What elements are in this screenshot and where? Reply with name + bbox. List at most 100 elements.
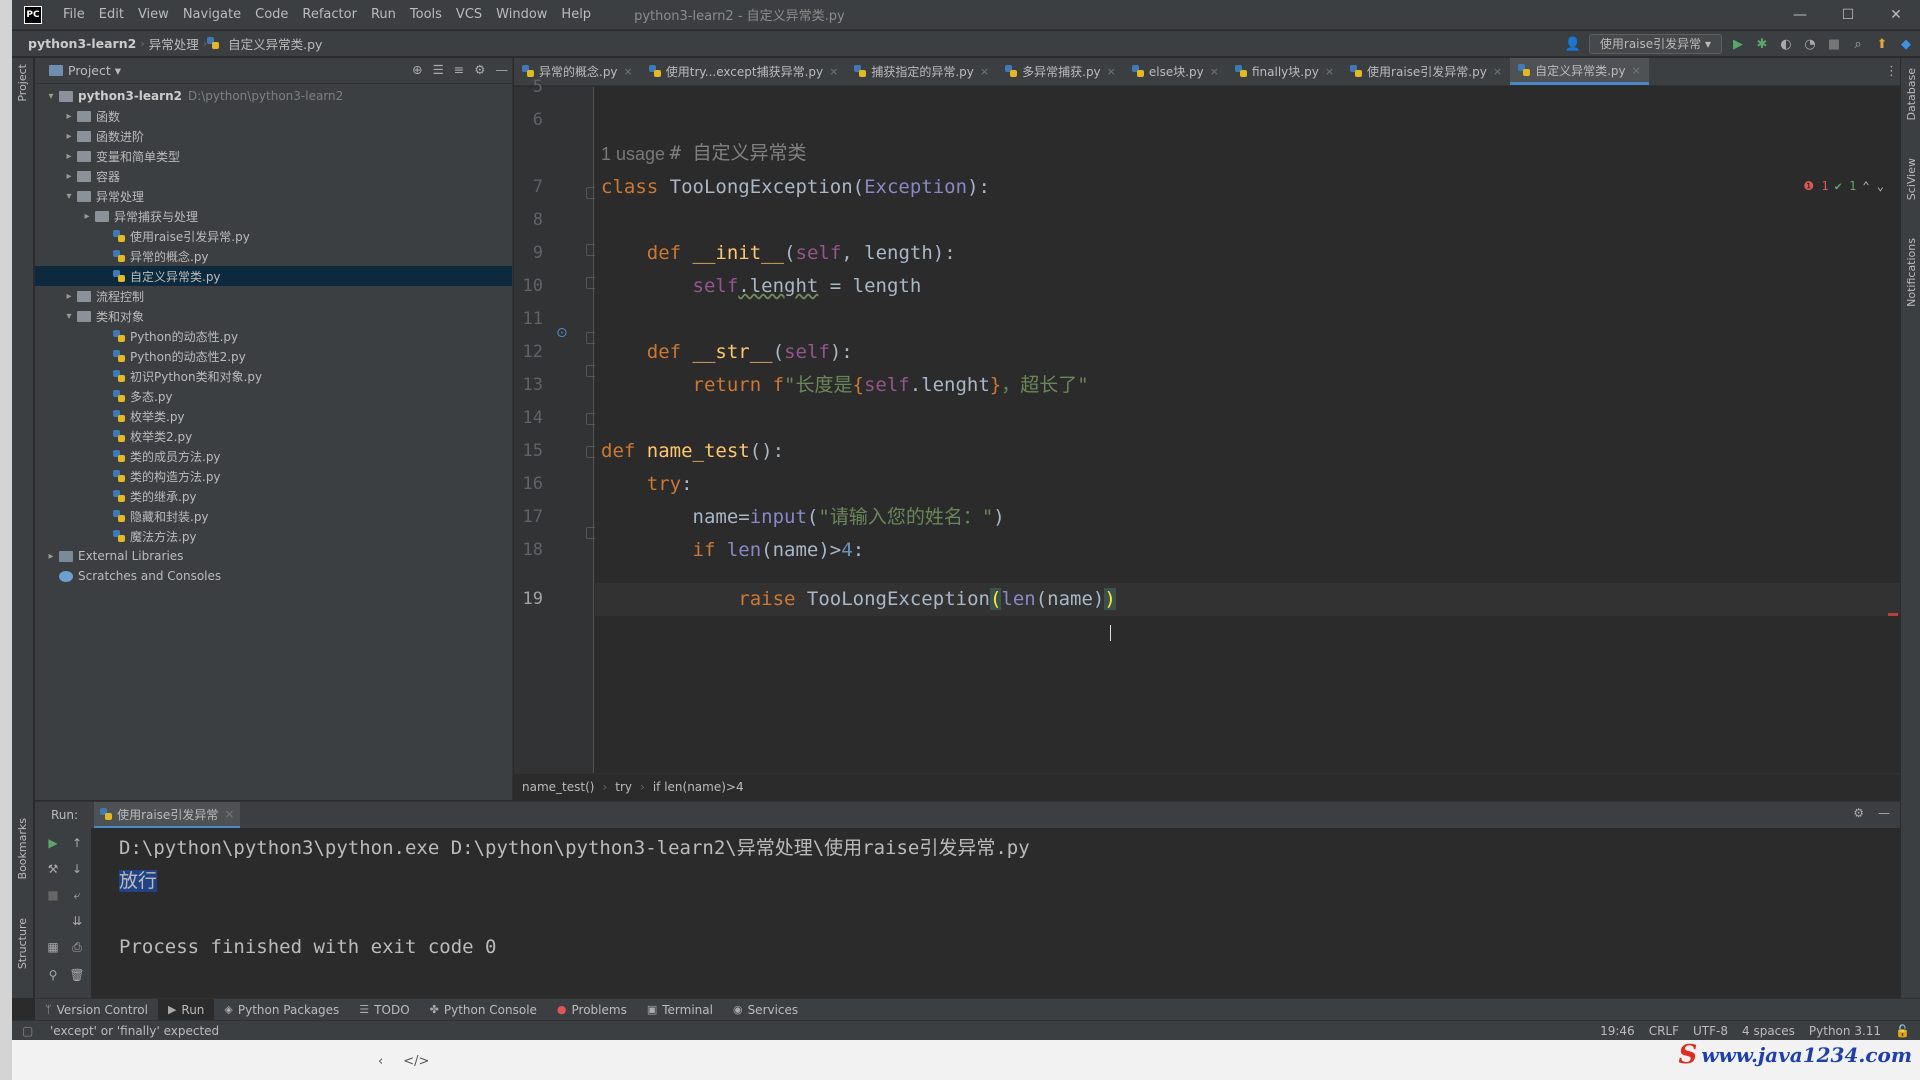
close-tab-icon[interactable]: ×	[1210, 65, 1219, 78]
error-stripe-marker[interactable]	[1888, 613, 1898, 616]
error-count[interactable]: ❶ 1	[1803, 179, 1828, 193]
menu-help[interactable]: Help	[554, 0, 598, 30]
user-icon[interactable]: 👤	[1565, 36, 1581, 52]
nav-project[interactable]: python3-learn2	[24, 36, 140, 51]
tree-item[interactable]: 隐藏和封装.py	[35, 506, 512, 526]
more-tabs-icon[interactable]: ⋮	[1885, 64, 1898, 79]
menu-code[interactable]: Code	[248, 0, 295, 30]
back-icon[interactable]: ‹	[378, 1054, 383, 1069]
tree-item[interactable]: 自定义异常类.py	[35, 266, 512, 286]
line-separator[interactable]: CRLF	[1649, 1024, 1679, 1038]
run-configuration-select[interactable]: 使用raise引发异常 ▾	[1588, 34, 1722, 54]
collapse-all-icon[interactable]: ≡	[454, 62, 464, 77]
wrench-icon[interactable]: ⚒	[45, 862, 61, 878]
tree-item[interactable]: ▸ 流程控制	[35, 286, 512, 306]
menu-navigate[interactable]: Navigate	[176, 0, 248, 30]
close-icon[interactable]: ×	[224, 807, 234, 821]
print-icon[interactable]: ⎙	[69, 940, 85, 956]
line-number[interactable]: 19	[503, 589, 543, 609]
menu-file[interactable]: File	[56, 0, 92, 30]
tree-item[interactable]: ▸ 容器	[35, 166, 512, 186]
tree-item[interactable]: ▾ 异常处理	[35, 186, 512, 206]
search-icon[interactable]: ⌕	[1850, 36, 1866, 52]
tree-item[interactable]: ▾ python3-learn2 D:\python\python3-learn2	[35, 86, 512, 106]
nav-file[interactable]: 自定义异常类.py	[224, 34, 326, 53]
soft-wrap-icon[interactable]: ⤶	[69, 888, 85, 904]
tree-item[interactable]: 类的构造方法.py	[35, 466, 512, 486]
editor-tab[interactable]: finally块.py ×	[1227, 58, 1342, 85]
chevron-right-icon[interactable]: ▸	[61, 171, 77, 182]
line-number[interactable]: 13	[503, 375, 543, 395]
run-tab[interactable]: 使用raise引发异常 ×	[94, 802, 241, 828]
python-interpreter[interactable]: Python 3.11	[1809, 1024, 1881, 1038]
editor-tab[interactable]: 自定义异常类.py ×	[1510, 58, 1649, 85]
menu-tools[interactable]: Tools	[403, 0, 449, 30]
tree-item[interactable]: 多态.py	[35, 386, 512, 406]
breadcrumb-if[interactable]: if len(name)>4	[653, 780, 744, 794]
tree-item[interactable]: ▸ 函数	[35, 106, 512, 126]
close-tab-icon[interactable]: ×	[1493, 65, 1502, 78]
line-number[interactable]: 16	[503, 474, 543, 494]
tool-tab[interactable]: ◈ Python Packages	[214, 999, 349, 1021]
tool-tab[interactable]: ✤ Python Console	[420, 999, 547, 1021]
line-number[interactable]: 8	[503, 210, 543, 230]
menu-view[interactable]: View	[131, 0, 176, 30]
line-number[interactable]: 10	[503, 276, 543, 296]
nav-folder[interactable]: 异常处理	[145, 34, 203, 53]
run-icon[interactable]: ▶	[1730, 36, 1746, 52]
menu-vcs[interactable]: VCS	[449, 0, 489, 30]
close-window-button[interactable]: ✕	[1872, 0, 1920, 30]
inspection-widget[interactable]: ❶ 1 ✔ 1 ⌃ ⌄	[1803, 179, 1884, 193]
debug-icon[interactable]: ✱	[1754, 36, 1770, 52]
file-encoding[interactable]: UTF-8	[1693, 1024, 1728, 1038]
trash-icon[interactable]: 🗑	[69, 968, 85, 984]
chevron-right-icon[interactable]: ▸	[61, 151, 77, 162]
line-number[interactable]: 7	[503, 177, 543, 197]
update-icon[interactable]: ⬆	[1874, 36, 1890, 52]
tool-tab[interactable]: ◉ Services	[723, 999, 808, 1021]
chevron-right-icon[interactable]: ▸	[61, 291, 77, 302]
database-tool-button[interactable]: Database	[1905, 68, 1918, 121]
line-number[interactable]: 12	[503, 342, 543, 362]
hide-icon[interactable]: —	[1878, 806, 1890, 820]
tool-tab[interactable]: ᛘ Version Control	[35, 999, 158, 1021]
close-tab-icon[interactable]: ×	[624, 65, 633, 78]
pin-icon[interactable]: ⚲	[45, 968, 61, 984]
line-number[interactable]: 14	[503, 408, 543, 428]
tree-item[interactable]: ▸ 变量和简单类型	[35, 146, 512, 166]
line-number[interactable]: 6	[503, 110, 543, 130]
scroll-up-icon[interactable]: ↑	[69, 836, 85, 852]
layout-toggle-icon[interactable]: ▢	[22, 1024, 33, 1038]
line-number[interactable]: 5	[503, 77, 543, 97]
line-number[interactable]: 15	[503, 441, 543, 461]
project-tool-button[interactable]: Project	[16, 64, 29, 102]
usage-hint[interactable]: 1 usage	[601, 138, 665, 171]
tree-item[interactable]: ▸ 函数进阶	[35, 126, 512, 146]
stop-icon[interactable]: ■	[45, 888, 61, 904]
sciview-tool-button[interactable]: SciView	[1905, 158, 1918, 200]
tree-item[interactable]: ▸ External Libraries	[35, 546, 512, 566]
close-tab-icon[interactable]: ×	[1325, 65, 1334, 78]
coverage-icon[interactable]: ◐	[1778, 36, 1794, 52]
tree-item[interactable]: 类的成员方法.py	[35, 446, 512, 466]
tree-item[interactable]: 枚举类.py	[35, 406, 512, 426]
close-tab-icon[interactable]: ×	[1107, 65, 1116, 78]
stop-icon[interactable]: ■	[1826, 36, 1842, 52]
chevron-down-icon[interactable]: ▾	[61, 191, 77, 202]
tree-item[interactable]: 初识Python类和对象.py	[35, 366, 512, 386]
tree-item[interactable]: 使用raise引发异常.py	[35, 226, 512, 246]
close-tab-icon[interactable]: ×	[829, 65, 838, 78]
layout-icon[interactable]: ▦	[45, 940, 61, 956]
tool-tab[interactable]: ▣ Terminal	[637, 999, 723, 1021]
chevron-down-icon[interactable]: ▾	[43, 91, 59, 102]
scroll-down-icon[interactable]: ↓	[69, 862, 85, 878]
tree-item[interactable]: ▾ 类和对象	[35, 306, 512, 326]
menu-run[interactable]: Run	[364, 0, 403, 30]
tree-item[interactable]: 魔法方法.py	[35, 526, 512, 546]
notifications-tool-button[interactable]: Notifications	[1905, 238, 1918, 307]
tree-item[interactable]: Scratches and Consoles	[35, 566, 512, 586]
jetbrains-icon[interactable]: ◆	[1898, 36, 1914, 52]
locate-icon[interactable]: ⊕	[412, 62, 422, 77]
maximize-button[interactable]: ☐	[1824, 0, 1872, 30]
editor-tab[interactable]: 使用try...except捕获异常.py ×	[641, 58, 847, 85]
